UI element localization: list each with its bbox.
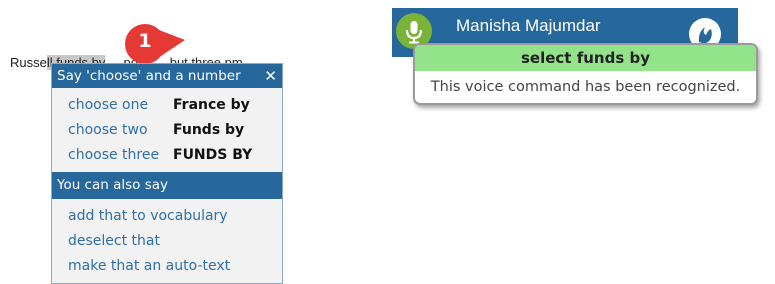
choice-value: France by — [173, 97, 250, 113]
also-say-list: add that to vocabulary deselect that mak… — [52, 199, 282, 279]
doc-text-before: Russe — [10, 55, 47, 70]
close-icon[interactable]: ✕ — [264, 64, 277, 88]
option-deselect-that[interactable]: deselect that — [68, 229, 282, 254]
choice-item-three[interactable]: choose three FUNDS BY — [68, 143, 282, 168]
choice-value: Funds by — [173, 122, 245, 138]
option-add-to-vocabulary[interactable]: add that to vocabulary — [68, 204, 282, 229]
choice-menu-header: Say 'choose' and a number ✕ — [52, 64, 282, 88]
choice-command: choose two — [68, 122, 148, 138]
choice-command: choose three — [68, 147, 160, 163]
step-callout-marker: 1 — [117, 22, 187, 66]
choice-value: FUNDS BY — [173, 147, 253, 163]
choice-menu-title: Say 'choose' and a number — [57, 68, 241, 84]
also-say-header: You can also say — [52, 172, 282, 199]
recognized-command: select funds by — [415, 45, 756, 71]
callout-number: 1 — [138, 30, 152, 52]
choice-item-one[interactable]: choose one France by — [68, 93, 282, 118]
choice-item-two[interactable]: choose two Funds by — [68, 118, 282, 143]
choice-list: choose one France by choose two Funds by c… — [52, 88, 282, 172]
choice-command: choose one — [68, 97, 149, 113]
recognition-status: This voice command has been recognized. — [430, 79, 741, 95]
recognition-tooltip: select funds by This voice command has b… — [413, 43, 758, 105]
correction-menu: Say 'choose' and a number ✕ choose one Fr… — [51, 63, 283, 284]
option-make-auto-text[interactable]: make that an auto-text — [68, 254, 282, 279]
user-profile-name[interactable]: Manisha Majumdar — [456, 16, 601, 36]
